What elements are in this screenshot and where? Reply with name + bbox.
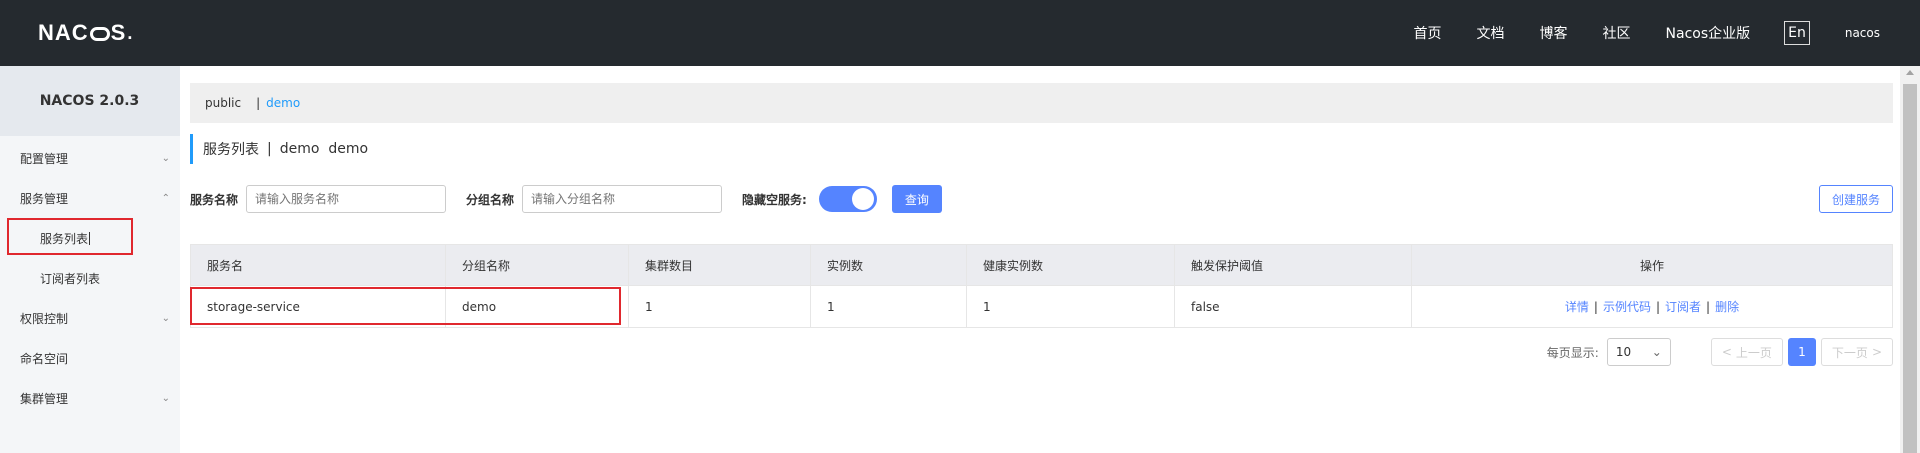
main-content: public | demo 服务列表 | demo demo 服务名称 分组名称… xyxy=(180,66,1900,453)
cell-operations: 详情 | 示例代码 | 订阅者 | 删除 xyxy=(1411,285,1893,328)
logo-letter: S xyxy=(110,20,127,45)
column-header: 分组名称 xyxy=(445,244,629,286)
chevron-down-icon: ⌄ xyxy=(1651,345,1662,359)
prev-page-button[interactable]: < 上一页 xyxy=(1710,338,1783,366)
create-service-button[interactable]: 创建服务 xyxy=(1818,185,1893,213)
sidebar-item-label: 权限控制 xyxy=(20,311,69,326)
sidebar-item-config[interactable]: 配置管理 ⌄ xyxy=(0,140,180,176)
cell-threshold: false xyxy=(1174,285,1412,328)
sidebar-item-access-control[interactable]: 权限控制 ⌄ xyxy=(0,300,180,336)
op-separator: | xyxy=(1706,300,1711,314)
sidebar-item-label: 配置管理 xyxy=(20,151,69,166)
sidebar-item-service-mgmt[interactable]: 服务管理 ⌃ xyxy=(0,180,180,216)
sample-code-link[interactable]: 示例代码 xyxy=(1603,300,1651,314)
vertical-scrollbar[interactable] xyxy=(1900,66,1920,453)
sidebar-item-label: 集群管理 xyxy=(20,391,69,406)
nav-enterprise[interactable]: Nacos企业版 xyxy=(1666,23,1751,43)
query-button[interactable]: 查询 xyxy=(891,185,942,213)
chevron-up-icon: ⌃ xyxy=(161,192,170,204)
page-title-text: 服务列表 xyxy=(203,142,259,158)
namespace-public[interactable]: public xyxy=(205,96,241,110)
chevron-left-icon: < xyxy=(1721,345,1732,359)
subscriber-link[interactable]: 订阅者 xyxy=(1665,300,1701,314)
chevron-down-icon: ⌄ xyxy=(161,392,170,404)
namespace-separator: | xyxy=(256,96,261,110)
next-page-button[interactable]: 下一页 > xyxy=(1820,338,1893,366)
scroll-up-arrow-icon[interactable] xyxy=(1906,70,1914,75)
sidebar-item-label: 订阅者列表 xyxy=(40,271,101,286)
logo-dot: . xyxy=(127,22,134,43)
user-menu[interactable]: nacos xyxy=(1845,26,1880,40)
op-separator: | xyxy=(1655,300,1661,314)
hide-empty-label: 隐藏空服务: xyxy=(742,192,807,207)
chevron-down-icon: ⌄ xyxy=(161,152,170,164)
cell-instance-count: 1 xyxy=(810,285,967,328)
nav-home[interactable]: 首页 xyxy=(1414,23,1442,43)
column-header: 服务名 xyxy=(190,244,446,286)
top-nav-links: 首页 文档 博客 社区 Nacos企业版 En nacos xyxy=(1414,0,1920,66)
toggle-knob xyxy=(851,188,874,210)
service-name-input[interactable] xyxy=(246,185,447,213)
sidebar-item-cluster-mgmt[interactable]: 集群管理 ⌄ xyxy=(0,380,180,416)
detail-link[interactable]: 详情 xyxy=(1565,300,1589,314)
sidebar-item-namespace[interactable]: 命名空间 xyxy=(0,340,180,376)
cell-cluster-count: 1 xyxy=(628,285,811,328)
page-size-select[interactable]: 10 ⌄ xyxy=(1606,338,1671,366)
page-size-label: 每页显示: xyxy=(1546,345,1599,360)
table-header-row: 服务名 分组名称 集群数目 实例数 健康实例数 触发保护阈值 操作 xyxy=(190,244,1893,286)
highlight-box xyxy=(190,287,621,325)
chevron-down-icon: ⌄ xyxy=(161,312,170,324)
highlight-box xyxy=(7,218,133,255)
hide-empty-toggle[interactable] xyxy=(818,186,877,212)
column-header: 触发保护阈值 xyxy=(1174,244,1412,286)
column-header: 集群数目 xyxy=(628,244,811,286)
delete-link[interactable]: 删除 xyxy=(1715,300,1739,314)
page-title: 服务列表 | demo demo xyxy=(190,134,368,164)
top-navbar: NACS. 首页 文档 博客 社区 Nacos企业版 En nacos xyxy=(0,0,1920,66)
sidebar-item-label: 服务管理 xyxy=(20,191,69,206)
cell-healthy-count: 1 xyxy=(966,285,1175,328)
scrollbar-thumb[interactable] xyxy=(1903,84,1917,453)
column-header: 操作 xyxy=(1411,244,1893,286)
service-name-label: 服务名称 xyxy=(190,192,239,207)
pagination: 每页显示: 10 ⌄ < 上一页 1 下一页 > xyxy=(1547,338,1893,366)
nav-community[interactable]: 社区 xyxy=(1603,23,1631,43)
namespace-demo[interactable]: demo xyxy=(266,96,300,110)
group-name-label: 分组名称 xyxy=(466,192,515,207)
sidebar-item-label: 命名空间 xyxy=(20,351,69,366)
logo-letter: A xyxy=(54,20,72,45)
prev-page-label: 上一页 xyxy=(1735,345,1772,360)
sidebar-item-subscriber-list[interactable]: 订阅者列表 xyxy=(0,260,180,296)
logo-o-shape xyxy=(89,27,110,41)
chevron-right-icon: > xyxy=(1871,345,1882,359)
nav-blog[interactable]: 博客 xyxy=(1540,23,1568,43)
logo-letter: C xyxy=(71,20,89,45)
namespace-bar: public | demo xyxy=(190,83,1893,123)
next-page-label: 下一页 xyxy=(1831,345,1868,360)
language-toggle[interactable]: En xyxy=(1784,21,1810,45)
sidebar: NACOS 2.0.3 配置管理 ⌄ 服务管理 ⌃ 服务列表 订阅者列表 权限控… xyxy=(0,66,180,453)
page-size-value: 10 xyxy=(1615,345,1632,359)
nav-docs[interactable]: 文档 xyxy=(1477,23,1505,43)
filter-bar: 服务名称 分组名称 隐藏空服务: 查询 创建服务 xyxy=(190,184,1893,214)
nacos-logo[interactable]: NACS. xyxy=(38,18,133,48)
page-number-current[interactable]: 1 xyxy=(1787,338,1816,366)
title-separator: | xyxy=(267,141,272,157)
column-header: 健康实例数 xyxy=(966,244,1175,286)
op-separator: | xyxy=(1593,300,1598,314)
group-name-input[interactable] xyxy=(522,185,723,213)
column-header: 实例数 xyxy=(810,244,967,286)
title-namespace: demo demo xyxy=(279,141,369,157)
logo-letter: N xyxy=(38,20,55,45)
version-label: NACOS 2.0.3 xyxy=(0,66,180,136)
